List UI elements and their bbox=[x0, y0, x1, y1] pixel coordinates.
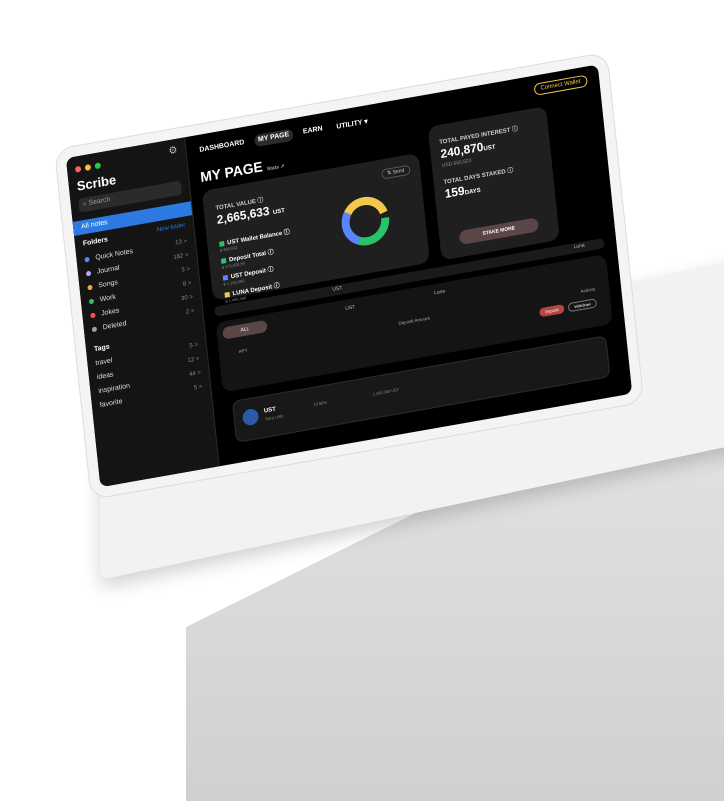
total-value-unit: UST bbox=[272, 208, 286, 217]
tab-luna[interactable]: Luna bbox=[434, 288, 446, 302]
tag-list: travel 5 > ideas 12 > inspiration 44 > favo… bbox=[95, 338, 203, 412]
row-token-name: Terra USD bbox=[264, 413, 284, 422]
connect-wallet-button[interactable]: Connect Wallet bbox=[533, 74, 588, 96]
stake-more-button[interactable]: STAKE MORE bbox=[458, 217, 539, 246]
action-buttons: Deposit Withdraw bbox=[538, 298, 598, 318]
folder-count: 182 > bbox=[173, 252, 189, 262]
window-controls bbox=[74, 162, 102, 173]
donut-chart bbox=[341, 196, 390, 246]
nav-dashboard[interactable]: DASHBOARD bbox=[195, 136, 249, 157]
tag-name: travel bbox=[95, 356, 113, 367]
legend-swatch bbox=[222, 274, 229, 281]
tag-count: 44 > bbox=[188, 370, 202, 379]
stats-link[interactable]: Stats ↗ bbox=[267, 163, 285, 172]
folder-name: Journal bbox=[96, 264, 120, 276]
tag-name: favorite bbox=[99, 397, 123, 409]
gear-icon[interactable]: ⚙ bbox=[168, 145, 178, 158]
folder-color-dot bbox=[85, 270, 92, 276]
tag-count: 5 > bbox=[193, 384, 203, 392]
legend-swatch bbox=[219, 240, 225, 247]
laptop: ⚙ Scribe ⌕ Search All notes Folders New … bbox=[40, 30, 724, 590]
nav-utility[interactable]: UTILITY ▾ bbox=[332, 115, 372, 134]
interest-unit: UST bbox=[483, 144, 496, 153]
folder-count: 13 > bbox=[174, 238, 188, 247]
search-placeholder: Search bbox=[88, 196, 111, 207]
app-title: Scribe bbox=[76, 171, 117, 194]
withdraw-button[interactable]: Withdraw bbox=[567, 298, 598, 313]
folder-color-dot bbox=[84, 256, 90, 263]
folder-count: 2 > bbox=[185, 308, 195, 316]
folder-count: 30 > bbox=[180, 294, 194, 303]
nav-earn[interactable]: EARN bbox=[299, 123, 328, 140]
row-apy: 19.50% bbox=[313, 399, 328, 407]
send-button[interactable]: ⇅ Send bbox=[380, 164, 411, 180]
tag-count: 5 > bbox=[189, 342, 199, 350]
days-staked-unit: DAYS bbox=[464, 187, 482, 197]
trash-icon bbox=[91, 325, 98, 332]
header-apy: APY bbox=[238, 347, 248, 355]
folder-count: 3 > bbox=[181, 266, 191, 274]
minimize-window-icon[interactable] bbox=[84, 164, 92, 172]
row-token: UST bbox=[263, 406, 277, 415]
tag-name: ideas bbox=[96, 370, 114, 381]
folder-name: Songs bbox=[97, 278, 119, 290]
tags-heading: Tags bbox=[93, 343, 111, 354]
deposit-button[interactable]: Deposit bbox=[538, 303, 565, 318]
folder-color-dot bbox=[90, 311, 96, 318]
close-window-icon[interactable] bbox=[74, 165, 82, 173]
tab-all[interactable]: ALL bbox=[222, 319, 268, 340]
row-deposit-amount: 1,190,360 UST bbox=[372, 386, 400, 397]
interest-card: TOTAL PAYED INTEREST ⓘ 240,870UST USD 60… bbox=[427, 106, 560, 261]
header-actions: Actions bbox=[580, 286, 596, 294]
legend-swatch bbox=[220, 257, 227, 264]
days-staked-amount: 159 bbox=[444, 183, 466, 201]
tab-ust[interactable]: UST bbox=[345, 304, 356, 318]
folder-name: Work bbox=[99, 293, 117, 303]
maximize-window-icon[interactable] bbox=[94, 162, 102, 170]
folder-color-dot bbox=[87, 284, 93, 290]
us-flag-icon bbox=[241, 407, 260, 427]
folder-count: 8 > bbox=[182, 280, 192, 288]
folders-heading: Folders bbox=[82, 236, 109, 248]
folder-color-dot bbox=[88, 298, 95, 304]
folder-name: Deleted bbox=[102, 319, 127, 331]
pool-label-luna[interactable]: Luna bbox=[573, 242, 585, 250]
folder-list: Quick Notes 13 > Journal 182 > Songs 3 > Wo… bbox=[84, 234, 195, 336]
pool-label-ust[interactable]: UST bbox=[332, 285, 342, 293]
tag-count: 12 > bbox=[187, 356, 200, 365]
legend-swatch bbox=[224, 291, 230, 298]
folder-name: Jokes bbox=[100, 306, 120, 317]
header-deposit-amount: Deposit Amount bbox=[398, 315, 431, 326]
new-folder-button[interactable]: New folder bbox=[157, 223, 186, 234]
nav-my-page[interactable]: MY PAGE bbox=[253, 128, 294, 148]
